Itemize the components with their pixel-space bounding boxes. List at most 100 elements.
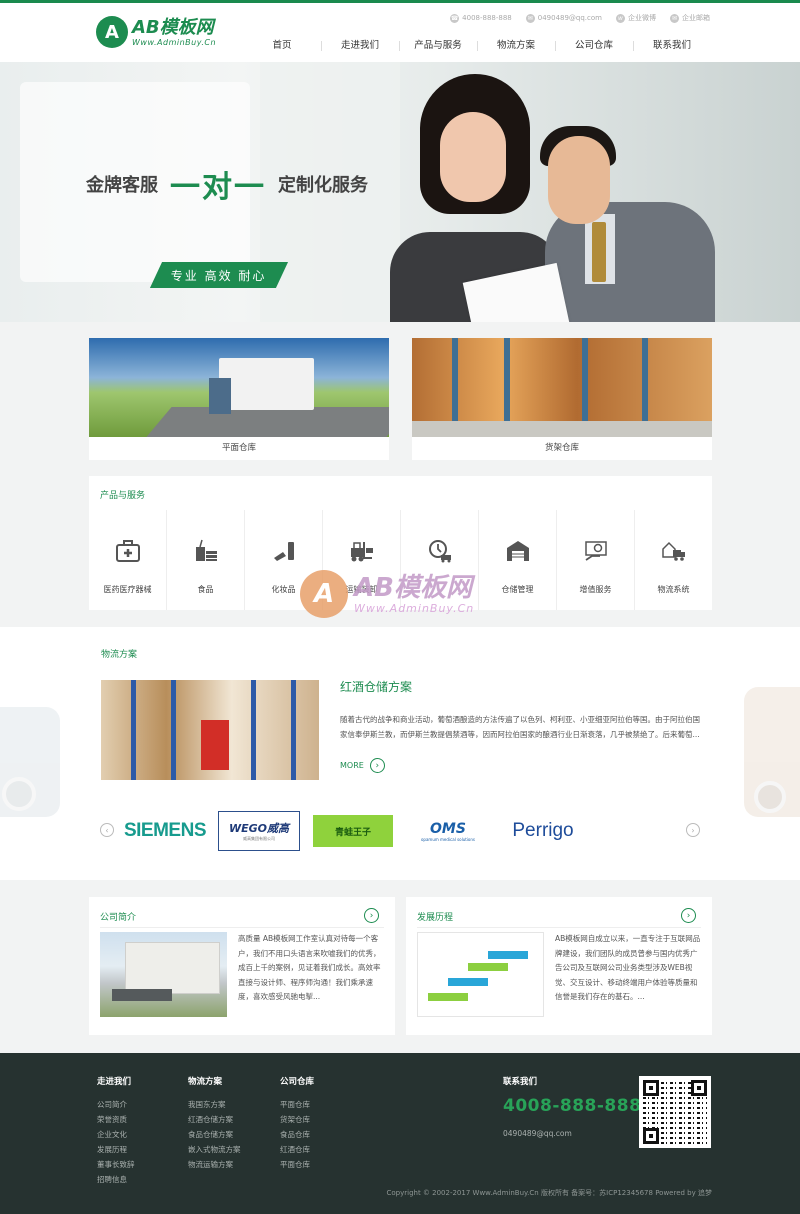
truck-image bbox=[89, 338, 389, 437]
footer-email[interactable]: 0490489@qq.com bbox=[503, 1129, 572, 1138]
watermark-logo: A AB模板网 Www.AdminBuy.Cn bbox=[300, 570, 474, 618]
site-logo[interactable]: A AB模板网 Www.AdminBuy.Cn bbox=[96, 16, 216, 48]
footer-col-title[interactable]: 物流方案 bbox=[188, 1075, 241, 1087]
phone-icon: ☎ bbox=[450, 13, 460, 23]
product-label: 食品 bbox=[197, 585, 214, 594]
footer-link[interactable]: 红酒仓储方案 bbox=[188, 1112, 241, 1127]
footer-col-title[interactable]: 走进我们 bbox=[97, 1075, 135, 1087]
box-title[interactable]: 公司简介 bbox=[100, 910, 136, 923]
food-icon bbox=[195, 539, 217, 561]
slogan-left: 金牌客服 bbox=[86, 175, 158, 196]
footer-link[interactable]: 红酒仓库 bbox=[280, 1142, 314, 1157]
footer-link[interactable]: 发展历程 bbox=[97, 1142, 135, 1157]
box-title[interactable]: 发展历程 bbox=[417, 910, 453, 923]
footer-link[interactable]: 我国东方案 bbox=[188, 1097, 241, 1112]
card-flat-warehouse[interactable]: 平面仓库 bbox=[89, 338, 389, 460]
carousel-next-icon[interactable]: › bbox=[686, 823, 700, 837]
rack-post bbox=[291, 680, 296, 780]
solution-title[interactable]: 红酒仓储方案 bbox=[340, 678, 412, 695]
brand-wego-sub: 威高集团有限公司 bbox=[243, 836, 275, 841]
top-info-weibo[interactable]: w 企业微博 bbox=[616, 13, 656, 23]
hero-banner[interactable]: 金牌客服 一对一 定制化服务 专业 高效 耐心 bbox=[0, 62, 800, 322]
nav-home[interactable]: 首页 bbox=[243, 37, 321, 55]
product-item[interactable]: 增值服务 bbox=[557, 510, 635, 610]
top-info-email[interactable]: ✉ 0490489@qq.com bbox=[525, 13, 602, 23]
weibo-icon: w bbox=[616, 13, 625, 23]
chart-step bbox=[428, 993, 468, 1001]
delivery-clock-icon bbox=[428, 540, 451, 563]
arrow-right-icon[interactable]: › bbox=[681, 908, 696, 923]
shelf-image bbox=[412, 338, 712, 437]
box-text: AB模板网自成立以来，一直专注于互联网品牌建设，我们团队的成员曾参与国内优秀广告… bbox=[555, 934, 701, 1001]
rack-post bbox=[131, 680, 136, 780]
qr-finder bbox=[643, 1080, 659, 1096]
card-caption: 平面仓库 bbox=[221, 443, 256, 453]
brand-oms[interactable]: OMS opamum medical solutions bbox=[410, 811, 486, 851]
footer-link[interactable]: 货架仓库 bbox=[280, 1112, 314, 1127]
logo-sub: Www.AdminBuy.Cn bbox=[132, 37, 217, 47]
divider bbox=[417, 927, 701, 928]
partner-carousel: ‹ SIEMENS WEGO威高 威高集团有限公司 青蛙王子 OMS opamu… bbox=[100, 811, 700, 851]
chart-step bbox=[448, 978, 488, 986]
brand-wego[interactable]: WEGO威高 威高集团有限公司 bbox=[218, 811, 300, 851]
nav-products[interactable]: 产品与服务 bbox=[399, 37, 477, 55]
footer: 走进我们 公司简介 荣誉资质 企业文化 发展历程 董事长致辞 招聘信息 物流方案… bbox=[0, 1053, 800, 1214]
section-title[interactable]: 产品与服务 bbox=[100, 488, 145, 501]
footer-link[interactable]: 公司简介 bbox=[97, 1097, 135, 1112]
divider bbox=[100, 927, 384, 928]
product-item[interactable]: 物流系统 bbox=[635, 510, 712, 610]
footer-link[interactable]: 荣誉资质 bbox=[97, 1112, 135, 1127]
chart-step bbox=[468, 963, 508, 971]
brand-frog-prince[interactable]: 青蛙王子 bbox=[313, 815, 393, 847]
carousel-prev-icon[interactable]: ‹ bbox=[100, 823, 114, 837]
product-item[interactable]: 食品 bbox=[167, 510, 245, 610]
footer-link[interactable]: 企业文化 bbox=[97, 1127, 135, 1142]
footer-col-title[interactable]: 联系我们 bbox=[503, 1075, 537, 1087]
card-shelf-warehouse[interactable]: 货架仓库 bbox=[412, 338, 712, 460]
nav-logistics[interactable]: 物流方案 bbox=[477, 37, 555, 55]
footer-link[interactable]: 食品仓储方案 bbox=[188, 1127, 241, 1142]
slogan-bar: 专业 高效 耐心 bbox=[149, 262, 289, 288]
footer-link[interactable]: 食品仓库 bbox=[280, 1127, 314, 1142]
brand-perrigo[interactable]: Perrigo bbox=[500, 811, 586, 851]
more-link[interactable]: MORE › bbox=[340, 758, 385, 773]
company-sign bbox=[112, 989, 172, 1001]
section-title[interactable]: 物流方案 bbox=[101, 647, 137, 660]
slogan-mid: 一对一 bbox=[170, 170, 266, 205]
footer-link[interactable]: 招聘信息 bbox=[97, 1172, 135, 1187]
history-chart-image[interactable] bbox=[417, 932, 544, 1017]
wine-warehouse-image[interactable] bbox=[101, 680, 319, 780]
company-building-image[interactable] bbox=[100, 932, 227, 1017]
about-row: 公司简介 › 高质量 AB模板网工作室认真对待每一个客户，我们不用口头语言来吹嘘… bbox=[89, 897, 712, 1035]
footer-link[interactable]: 董事长致辞 bbox=[97, 1157, 135, 1172]
medical-kit-icon bbox=[115, 540, 140, 562]
value-service-icon bbox=[584, 541, 607, 561]
footer-link[interactable]: 嵌入式物流方案 bbox=[188, 1142, 241, 1157]
footer-link[interactable]: 物流运输方案 bbox=[188, 1157, 241, 1172]
footer-col-contact: 联系我们 bbox=[503, 1075, 537, 1097]
nav-contact[interactable]: 联系我们 bbox=[633, 37, 711, 55]
warehouse-cards: 平面仓库 货架仓库 bbox=[89, 338, 712, 460]
nav-about[interactable]: 走进我们 bbox=[321, 37, 399, 55]
banner-slogan: 金牌客服 一对一 定制化服务 bbox=[86, 162, 368, 206]
main-nav: 首页 走进我们 产品与服务 物流方案 公司仓库 联系我们 bbox=[243, 37, 711, 55]
product-label: 仓储管理 bbox=[501, 585, 534, 594]
footer-link[interactable]: 平面仓库 bbox=[280, 1097, 314, 1112]
product-item[interactable]: 医药医疗器械 bbox=[89, 510, 167, 610]
forklift-icon bbox=[350, 542, 373, 562]
brand-siemens[interactable]: SIEMENS bbox=[124, 811, 207, 851]
product-item[interactable]: 仓储管理 bbox=[479, 510, 557, 610]
woman-face bbox=[440, 112, 506, 202]
qr-code bbox=[639, 1076, 711, 1148]
truck-container bbox=[219, 358, 314, 410]
logistics-section: 物流方案 红酒仓储方案 随着古代的战争和商业活动，葡萄酒酿造的方法传遍了以色列、… bbox=[0, 627, 800, 880]
decorative-forklift bbox=[744, 687, 800, 817]
footer-col-title[interactable]: 公司仓库 bbox=[280, 1075, 314, 1087]
arrow-right-icon[interactable]: › bbox=[364, 908, 379, 923]
top-info-mailbox[interactable]: ✉ 企业邮箱 bbox=[670, 13, 710, 23]
watermark-text: AB模板网 Www.AdminBuy.Cn bbox=[354, 574, 474, 615]
solution-description: 随着古代的战争和商业活动，葡萄酒酿造的方法传遍了以色列、柯利亚、小亚细亚阿拉伯等… bbox=[340, 715, 700, 739]
nav-warehouse[interactable]: 公司仓库 bbox=[555, 37, 633, 55]
chart-step bbox=[488, 951, 528, 959]
footer-link[interactable]: 平面仓库 bbox=[280, 1157, 314, 1172]
